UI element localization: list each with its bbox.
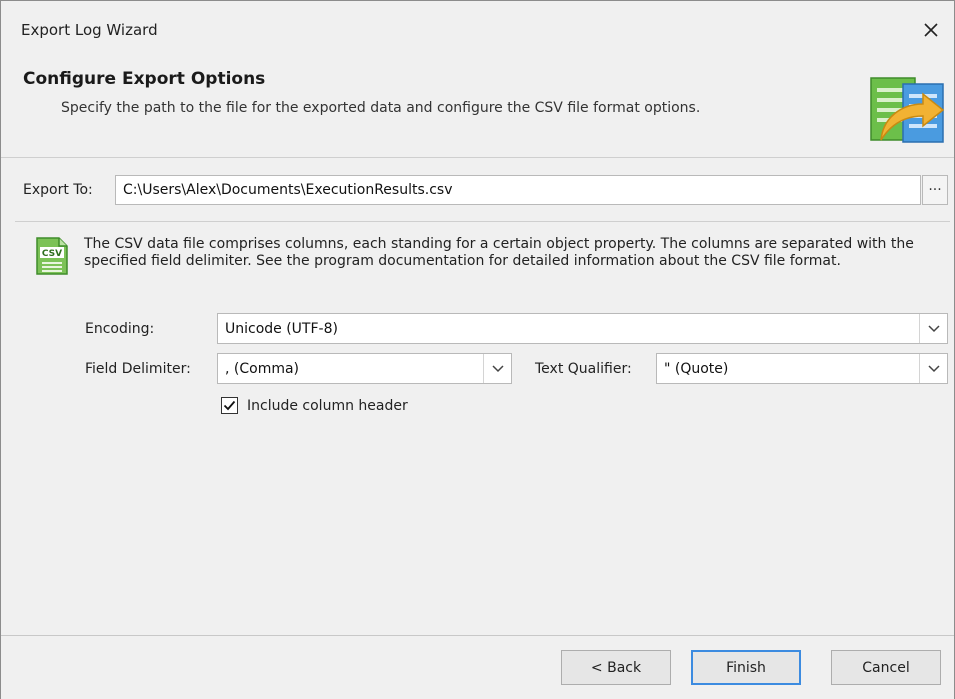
wizard-header: Configure Export Options Specify the pat… (1, 63, 954, 158)
close-button[interactable] (914, 13, 948, 47)
field-delimiter-value: , (Comma) (225, 360, 300, 377)
text-qualifier-label: Text Qualifier: (535, 361, 632, 377)
checkmark-icon (223, 400, 236, 411)
include-header-checkbox[interactable] (221, 397, 238, 414)
browse-label: ··· (928, 182, 942, 198)
export-log-wizard-dialog: Export Log Wizard Configure Export Optio… (0, 0, 955, 699)
encoding-select[interactable]: Unicode (UTF-8) (217, 313, 948, 344)
export-path-input[interactable]: C:\Users\Alex\Documents\ExecutionResults… (115, 175, 921, 205)
text-qualifier-value: " (Quote) (664, 360, 729, 377)
finish-button[interactable]: Finish (691, 650, 801, 685)
back-button[interactable]: < Back (561, 650, 671, 685)
csv-info-text: The CSV data file comprises columns, eac… (84, 236, 914, 269)
browse-button[interactable]: ··· (922, 175, 948, 205)
close-icon (924, 23, 938, 37)
wizard-footer: < Back Finish Cancel (1, 635, 954, 699)
text-qualifier-dropdown-button[interactable] (919, 354, 947, 383)
field-delimiter-label: Field Delimiter: (85, 361, 191, 377)
separator (15, 221, 950, 222)
chevron-down-icon (927, 364, 940, 372)
chevron-down-icon (491, 364, 504, 372)
export-file-icon (870, 77, 945, 143)
field-delimiter-dropdown-button[interactable] (483, 354, 511, 383)
csv-icon-text: CSV (42, 249, 62, 259)
page-title: Configure Export Options (23, 69, 266, 89)
window-title: Export Log Wizard (21, 21, 158, 39)
encoding-value: Unicode (UTF-8) (225, 320, 338, 337)
chevron-down-icon (927, 324, 940, 332)
export-to-label: Export To: (23, 182, 93, 198)
encoding-dropdown-button[interactable] (919, 314, 947, 343)
cancel-button[interactable]: Cancel (831, 650, 941, 685)
wizard-content: Export To: C:\Users\Alex\Documents\Execu… (1, 158, 954, 635)
export-path-value: C:\Users\Alex\Documents\ExecutionResults… (123, 182, 453, 198)
include-header-label[interactable]: Include column header (247, 398, 408, 414)
text-qualifier-select[interactable]: " (Quote) (656, 353, 948, 384)
page-description: Specify the path to the file for the exp… (61, 100, 701, 116)
encoding-label: Encoding: (85, 321, 155, 337)
csv-file-icon: CSV (36, 237, 68, 275)
title-bar: Export Log Wizard (1, 1, 954, 63)
field-delimiter-select[interactable]: , (Comma) (217, 353, 512, 384)
